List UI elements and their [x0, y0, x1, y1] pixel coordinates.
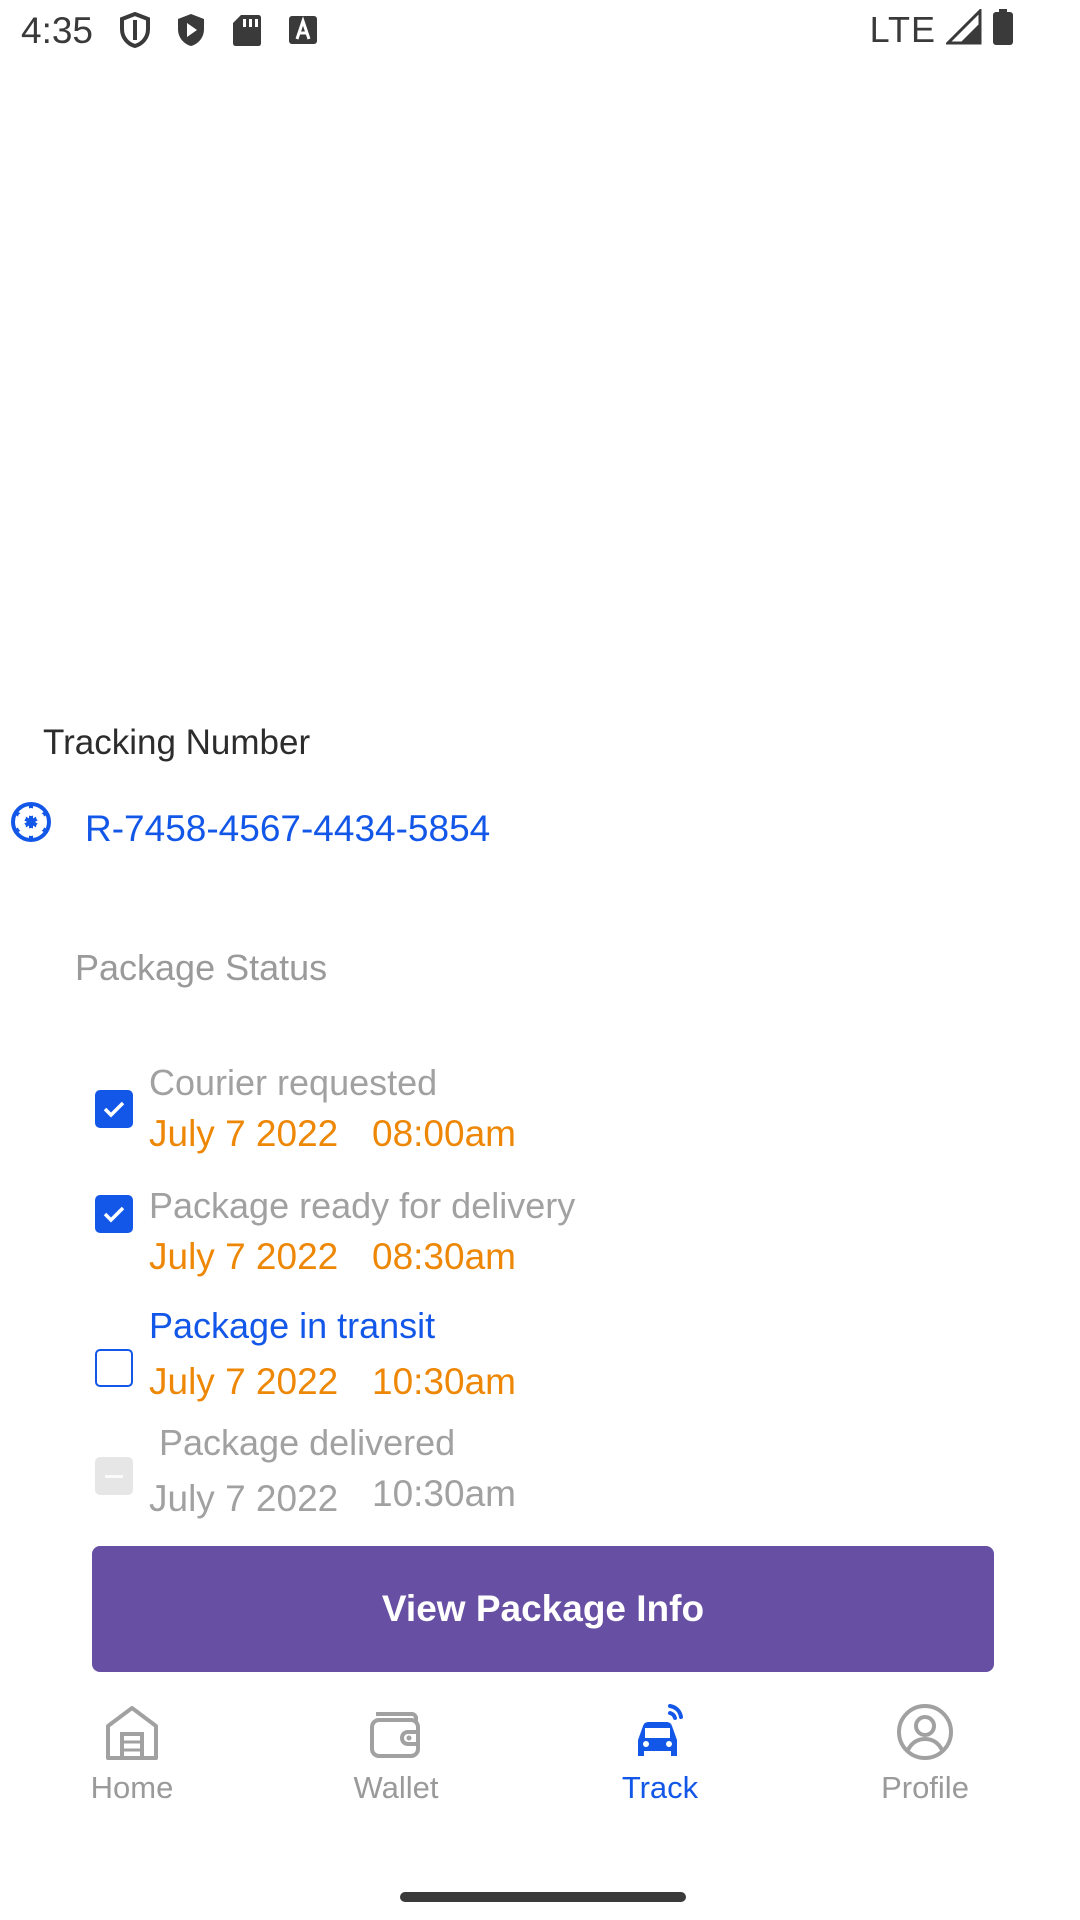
status-checkbox[interactable]: [95, 1195, 133, 1233]
view-package-info-button[interactable]: View Package Info: [92, 1546, 994, 1672]
status-item-date: July 7 2022: [149, 1113, 339, 1154]
status-item-time: 10:30am: [372, 1473, 516, 1514]
wallet-icon: [364, 1700, 428, 1764]
status-system-icons: LTE: [869, 7, 1014, 51]
nav-item-profile[interactable]: Profile: [825, 1700, 1025, 1806]
tracking-number-value[interactable]: R-7458-4567-4434-5854: [85, 808, 490, 850]
nav-label-profile: Profile: [881, 1770, 969, 1805]
status-item-title: Package ready for delivery: [149, 1185, 576, 1226]
home-indicator[interactable]: [400, 1892, 686, 1902]
status-item-date: July 7 2022: [149, 1478, 339, 1519]
check-icon: [103, 1206, 125, 1223]
battery-icon: [992, 8, 1014, 51]
nav-label-home: Home: [90, 1770, 174, 1805]
car-tracking-icon: [628, 1700, 692, 1764]
status-bar: 4:35 LTE: [0, 0, 1080, 62]
nav-label-wallet: Wallet: [353, 1770, 439, 1805]
nav-item-track[interactable]: Track: [560, 1700, 760, 1806]
status-item-time: 08:30am: [372, 1236, 516, 1277]
profile-icon: [893, 1700, 957, 1764]
status-item-time: 10:30am: [372, 1361, 516, 1402]
nav-label-track: Track: [621, 1770, 699, 1805]
status-checkbox[interactable]: [95, 1349, 133, 1387]
network-type: LTE: [869, 8, 936, 50]
wheel-icon: [10, 801, 52, 843]
status-item-title: Courier requested: [149, 1062, 438, 1103]
check-icon: [103, 1101, 125, 1118]
status-checkbox: [95, 1457, 133, 1495]
track-screen: 4:35 LTE Tracking Number R-7458-4567-443…: [0, 0, 1080, 1920]
bottom-nav: Home Wallet Track Profile: [0, 1700, 1080, 1830]
shield-play-icon: [174, 12, 208, 48]
nav-item-home[interactable]: Home: [32, 1700, 232, 1806]
sd-card-icon: [230, 12, 264, 48]
tracking-number-label: Tracking Number: [43, 723, 311, 762]
status-item-time: 08:00am: [372, 1113, 516, 1154]
home-icon: [100, 1700, 164, 1764]
status-item-title: Package delivered: [159, 1422, 456, 1463]
status-checkbox[interactable]: [95, 1090, 133, 1128]
package-status-title: Package Status: [75, 947, 328, 988]
status-item-date: July 7 2022: [149, 1236, 339, 1277]
nav-item-wallet[interactable]: Wallet: [296, 1700, 496, 1806]
status-item-date: July 7 2022: [149, 1361, 339, 1402]
status-notification-icons: [118, 11, 320, 49]
signal-icon: [944, 7, 982, 50]
shield-outline-icon: [118, 11, 152, 49]
a-box-icon: [286, 12, 320, 48]
status-item-title: Package in transit: [149, 1305, 436, 1346]
status-time: 4:35: [21, 10, 94, 51]
